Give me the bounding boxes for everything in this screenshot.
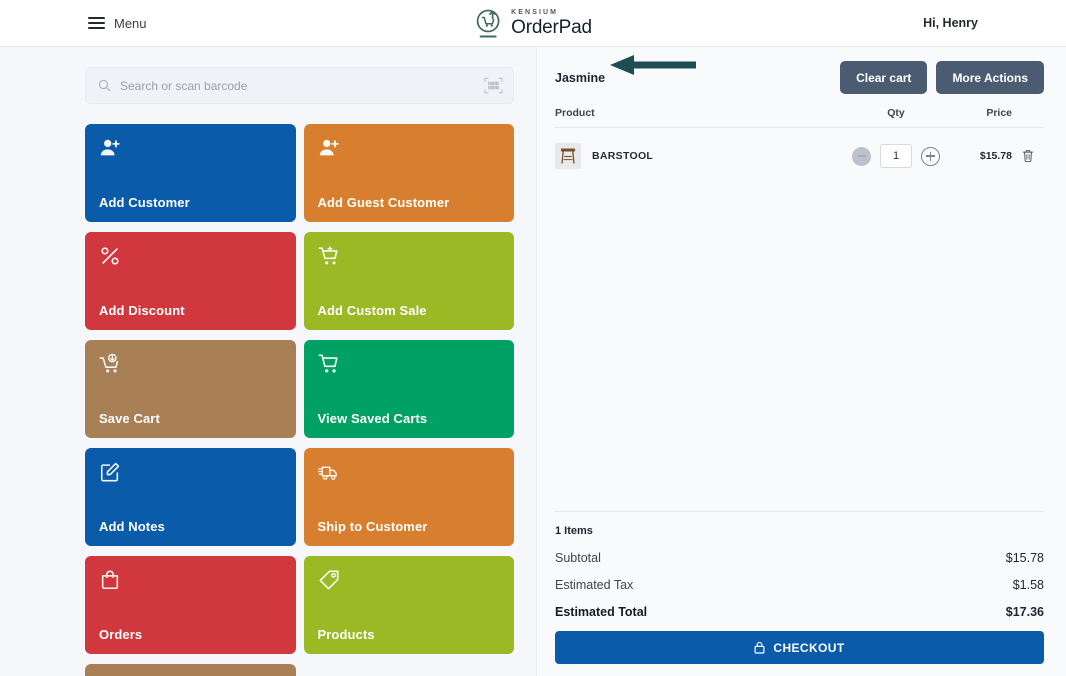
- tile-label: Ship to Customer: [317, 519, 428, 534]
- tile-label: Orders: [99, 627, 143, 642]
- cart-column-headers: Product Qty Price: [555, 107, 1044, 128]
- cart-item-row: BARSTOOL 1 $15.78: [555, 136, 1044, 176]
- cart-customer-name[interactable]: Jasmine: [555, 71, 605, 85]
- hamburger-icon: [88, 17, 105, 29]
- annotation-arrow-icon: [610, 55, 696, 75]
- main-body: Add Customer Add Guest Customer: [0, 47, 1066, 676]
- summary-value: $15.78: [1005, 551, 1044, 565]
- summary-value: $1.58: [1012, 578, 1044, 592]
- cart-pane: Jasmine Clear cart More Actions Product …: [537, 47, 1066, 676]
- summary-label: Estimated Tax: [555, 578, 634, 592]
- search-icon: [98, 79, 111, 92]
- truck-icon: [317, 466, 337, 480]
- orderpad-app: Menu KENSIUM OrderPad Hi, Henry Search o…: [0, 0, 1066, 676]
- product-thumbnail[interactable]: [555, 143, 581, 169]
- brand-logo[interactable]: KENSIUM OrderPad: [474, 6, 592, 40]
- column-header-qty: Qty: [887, 107, 905, 119]
- top-bar: Menu KENSIUM OrderPad Hi, Henry: [0, 0, 1066, 47]
- tile-save-cart[interactable]: Save Cart: [85, 340, 296, 438]
- tile-partially-visible[interactable]: [85, 664, 296, 676]
- user-greeting[interactable]: Hi, Henry: [923, 16, 978, 30]
- increase-quantity-button[interactable]: [921, 146, 940, 166]
- tile-label: Add Customer: [99, 195, 190, 210]
- left-pane: Add Customer Add Guest Customer: [0, 47, 537, 676]
- menu-label: Menu: [114, 15, 147, 31]
- tile-label: Add Custom Sale: [317, 303, 427, 318]
- action-tiles: Add Customer Add Guest Customer Add Disc…: [85, 124, 514, 676]
- cart-icon: [318, 354, 338, 373]
- remove-item-button[interactable]: [1012, 149, 1044, 163]
- tile-label: Add Notes: [99, 519, 165, 534]
- orderpad-logo-icon: [476, 9, 500, 38]
- tile-add-guest-customer[interactable]: Add Guest Customer: [303, 124, 514, 222]
- total-value: $17.36: [1005, 605, 1044, 619]
- summary-label: Subtotal: [555, 551, 601, 565]
- cart-plus-icon: [318, 246, 338, 265]
- cart-totals: 1 Items Subtotal $15.78 Estimated Tax $1…: [555, 511, 1044, 676]
- lock-icon: [754, 641, 765, 654]
- tag-icon: [318, 570, 339, 590]
- column-header-price: Price: [986, 107, 1012, 119]
- brand-orderpad: OrderPad: [511, 17, 592, 38]
- search-bar[interactable]: [85, 67, 514, 104]
- tile-ship-to-customer[interactable]: Ship to Customer: [303, 448, 514, 546]
- user-plus-icon: [319, 139, 339, 156]
- cart-item-list: BARSTOOL 1 $15.78: [555, 128, 1044, 511]
- barcode-scan-icon[interactable]: [484, 77, 503, 94]
- clear-cart-button[interactable]: Clear cart: [840, 61, 928, 94]
- cart-save-icon: [99, 353, 119, 373]
- items-count: 1 Items: [555, 525, 593, 537]
- percent-icon: [101, 247, 119, 265]
- tile-products[interactable]: Products: [303, 556, 514, 654]
- brand-kensium: KENSIUM: [511, 9, 559, 16]
- tile-label: Add Discount: [99, 303, 185, 318]
- tile-add-customer[interactable]: Add Customer: [85, 124, 296, 222]
- tile-add-discount[interactable]: Add Discount: [85, 232, 296, 330]
- checkout-label: CHECKOUT: [773, 640, 845, 655]
- summary-row-subtotal: Subtotal $15.78: [555, 551, 1044, 565]
- tile-label: Products: [317, 627, 375, 642]
- barstool-image: [561, 148, 575, 164]
- cart-item-price: $15.78: [979, 150, 1012, 162]
- menu-button[interactable]: Menu: [88, 16, 147, 31]
- summary-row-estimated-tax: Estimated Tax $1.58: [555, 578, 1044, 592]
- quantity-value[interactable]: 1: [880, 144, 912, 168]
- bag-icon: [101, 570, 119, 590]
- tile-add-notes[interactable]: Add Notes: [85, 448, 296, 546]
- tile-label: Add Guest Customer: [317, 195, 450, 210]
- cart-item-name: BARSTOOL: [592, 150, 654, 162]
- tile-label: View Saved Carts: [317, 411, 428, 426]
- total-label: Estimated Total: [555, 605, 648, 619]
- trash-icon: [1022, 150, 1034, 163]
- more-actions-button[interactable]: More Actions: [936, 61, 1044, 94]
- cart-header: Jasmine Clear cart More Actions: [555, 47, 1044, 107]
- note-edit-icon: [100, 462, 120, 482]
- search-input[interactable]: [120, 78, 484, 93]
- decrease-quantity-button[interactable]: [852, 146, 871, 166]
- tile-view-saved-carts[interactable]: View Saved Carts: [303, 340, 514, 438]
- tile-orders[interactable]: Orders: [85, 556, 296, 654]
- tile-label: Save Cart: [99, 411, 160, 426]
- user-plus-icon: [100, 139, 120, 156]
- column-header-product: Product: [555, 107, 595, 119]
- tile-add-custom-sale[interactable]: Add Custom Sale: [303, 232, 514, 330]
- quantity-stepper: 1: [836, 144, 956, 168]
- summary-row-estimated-total: Estimated Total $17.36: [555, 605, 1044, 619]
- checkout-button[interactable]: CHECKOUT: [555, 631, 1044, 664]
